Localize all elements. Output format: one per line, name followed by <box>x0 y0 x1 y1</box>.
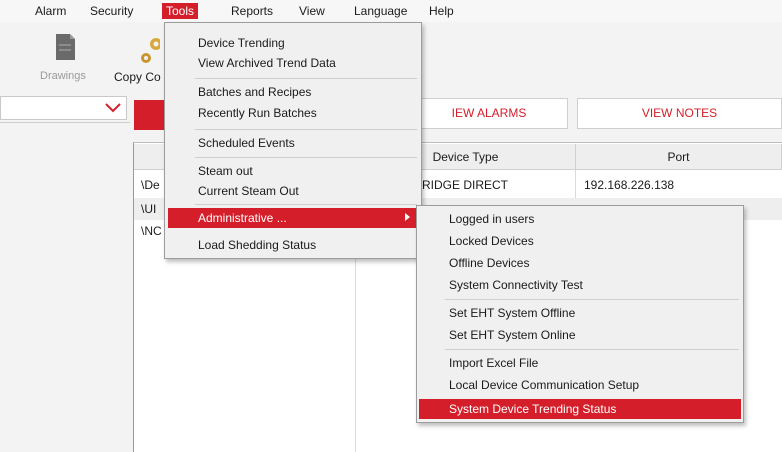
menu-item-system-connectivity-test[interactable]: System Connectivity Test <box>449 275 583 295</box>
menu-bar: Alarm Security Tools Reports View Langua… <box>0 0 782 22</box>
chevron-down-icon[interactable] <box>104 99 122 117</box>
menu-item-device-trending[interactable]: Device Trending <box>198 33 285 53</box>
menu-item-administrative-label[interactable]: Administrative ... <box>198 208 287 228</box>
grid-cell-name: \UI <box>141 202 157 216</box>
tools-menu: Device Trending View Archived Trend Data… <box>164 22 422 259</box>
menu-reports[interactable]: Reports <box>227 3 277 19</box>
copy-button-label[interactable]: Copy Co <box>114 70 161 84</box>
menu-item-set-eht-system-offline[interactable]: Set EHT System Offline <box>449 303 575 323</box>
menu-item-local-device-communication-setup[interactable]: Local Device Communication Setup <box>449 375 639 395</box>
grid-cell-name: \NC <box>141 224 162 238</box>
menu-item-view-archived-trend-data[interactable]: View Archived Trend Data <box>198 53 336 73</box>
grid-cell-port: 192.168.226.138 <box>584 178 675 192</box>
menu-item-load-shedding-status[interactable]: Load Shedding Status <box>198 235 316 255</box>
menu-item-batches-and-recipes[interactable]: Batches and Recipes <box>198 82 311 102</box>
grid-cell-name: \De <box>141 178 160 192</box>
grid-header-port[interactable]: Port <box>576 144 782 170</box>
drawings-button-label[interactable]: Drawings <box>40 70 86 82</box>
left-tree-panel[interactable] <box>0 123 130 452</box>
menu-item-logged-in-users[interactable]: Logged in users <box>449 209 534 229</box>
menu-item-offline-devices[interactable]: Offline Devices <box>449 253 529 273</box>
menu-item-current-steam-out[interactable]: Current Steam Out <box>198 181 299 201</box>
menu-item-locked-devices[interactable]: Locked Devices <box>449 231 534 251</box>
menu-tools[interactable]: Tools <box>162 3 199 19</box>
menu-item-import-excel-file[interactable]: Import Excel File <box>449 353 538 373</box>
menu-separator <box>445 349 739 350</box>
copy-icon[interactable] <box>126 36 162 64</box>
menu-item-scheduled-events[interactable]: Scheduled Events <box>198 133 295 153</box>
active-tab-indicator[interactable] <box>134 100 166 130</box>
view-notes-button[interactable]: VIEW NOTES <box>577 98 782 129</box>
menu-item-steam-out[interactable]: Steam out <box>198 161 253 181</box>
menu-item-system-device-trending-status-label[interactable]: System Device Trending Status <box>449 399 616 419</box>
grid-cell-device-type: RIDGE DIRECT <box>422 178 509 192</box>
menu-separator <box>195 129 417 130</box>
menu-separator <box>195 204 417 205</box>
menu-view[interactable]: View <box>295 3 329 19</box>
view-alarms-button[interactable]: IEW ALARMS <box>410 98 568 129</box>
menu-security[interactable]: Security <box>86 3 137 19</box>
menu-separator <box>195 157 417 158</box>
submenu-arrow-icon <box>405 213 410 221</box>
menu-language[interactable]: Language <box>350 3 411 19</box>
menu-help[interactable]: Help <box>425 3 458 19</box>
administrative-submenu: Logged in users Locked Devices Offline D… <box>416 205 744 423</box>
menu-alarm[interactable]: Alarm <box>31 3 70 19</box>
menu-separator <box>195 78 417 79</box>
menu-separator <box>445 299 739 300</box>
menu-item-set-eht-system-online[interactable]: Set EHT System Online <box>449 325 576 345</box>
menu-item-recently-run-batches[interactable]: Recently Run Batches <box>198 103 317 123</box>
drawings-icon[interactable] <box>50 32 78 62</box>
